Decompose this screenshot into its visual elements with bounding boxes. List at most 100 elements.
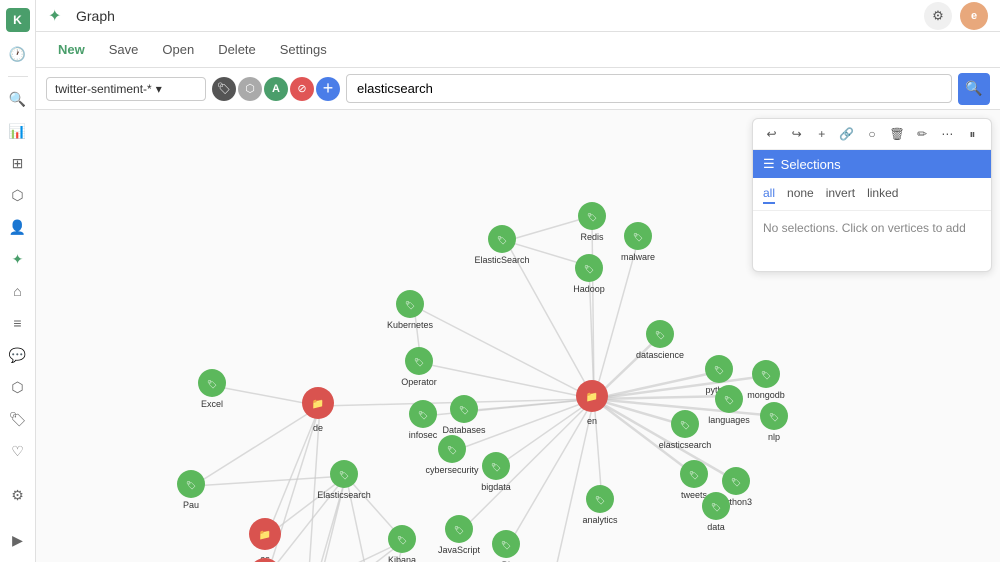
dropdown-chevron-icon: ▾ [156, 82, 162, 96]
node-bi[interactable]: 🏷 BI [492, 530, 520, 562]
filter-icon-tag[interactable]: 🏷 [212, 77, 236, 101]
svg-text:elasticsearch: elasticsearch [659, 440, 712, 450]
tab-invert[interactable]: invert [826, 184, 855, 204]
link-button[interactable]: 🔗 [836, 123, 857, 145]
svg-text:🏷: 🏷 [587, 213, 597, 222]
settings-button[interactable]: ⚙ [924, 2, 952, 30]
node-operator[interactable]: 🏷 Operator [401, 347, 437, 387]
node-infosec[interactable]: 🏷 infosec [409, 400, 438, 440]
sidebar-item-table[interactable]: ⊞ [4, 149, 32, 177]
delete-sel-button[interactable]: 🗑 [887, 123, 908, 145]
sidebar-item-clock[interactable]: 🕐 [4, 40, 32, 68]
node-pau[interactable]: 🏷 Pau [177, 470, 205, 510]
tab-none[interactable]: none [787, 184, 814, 204]
index-value: twitter-sentiment-* [55, 82, 152, 96]
svg-text:🏷: 🏷 [397, 536, 407, 545]
svg-text:🏷: 🏷 [680, 421, 690, 430]
node-excel[interactable]: 🏷 Excel [198, 369, 226, 409]
search-button[interactable]: 🔍 [958, 73, 990, 105]
sidebar-item-heart[interactable]: ♡ [4, 437, 32, 465]
sidebar-item-layers[interactable]: ⬡ [4, 181, 32, 209]
svg-text:📁: 📁 [312, 399, 324, 410]
node-redis[interactable]: 🏷 Redis [578, 202, 606, 242]
node-datascience[interactable]: 🏷 datascience [636, 320, 684, 360]
settings-menu-button[interactable]: Settings [270, 38, 337, 61]
node-elasticsearch-mid[interactable]: 🏷 elasticsearch [659, 410, 712, 450]
node-malware[interactable]: 🏷 malware [621, 222, 655, 262]
undo-button[interactable]: ↩ [761, 123, 782, 145]
svg-text:ElasticSearch: ElasticSearch [474, 255, 529, 265]
sidebar-item-search[interactable]: 🔍 [4, 85, 32, 113]
tab-linked[interactable]: linked [867, 184, 898, 204]
graph-area[interactable]: 🏷 Redis 🏷 malware 🏷 ElasticSearch 🏷 Had [36, 110, 1000, 562]
circle-button[interactable]: ○ [861, 123, 882, 145]
node-hadoop[interactable]: 🏷 Hadoop [573, 254, 605, 294]
graph-nodes[interactable]: 🏷 Redis 🏷 malware 🏷 ElasticSearch 🏷 Had [177, 202, 788, 562]
svg-text:🏷: 🏷 [655, 331, 665, 340]
svg-text:🏷: 🏷 [501, 541, 511, 550]
svg-text:🏷: 🏷 [418, 411, 428, 420]
node-databases[interactable]: 🏷 Databases [442, 395, 486, 435]
svg-text:Pau: Pau [183, 500, 199, 510]
node-de[interactable]: 📁 de [302, 387, 334, 433]
sidebar-item-settings[interactable]: ⚙ [4, 482, 32, 510]
sidebar-item-tag[interactable]: 🏷 [4, 405, 32, 433]
svg-text:languages: languages [708, 415, 750, 425]
svg-text:🏷: 🏷 [584, 265, 594, 274]
sidebar-item-expand[interactable]: ▶ [4, 526, 32, 554]
svg-text:de: de [313, 423, 323, 433]
sidebar-item-network[interactable]: ⬡ [4, 373, 32, 401]
user-avatar[interactable]: e [960, 2, 988, 30]
more-button[interactable]: ⋯ [937, 123, 958, 145]
node-es[interactable]: 📁 es [249, 518, 281, 562]
svg-text:🏷: 🏷 [633, 233, 643, 242]
pause-button[interactable]: ⏸ [962, 123, 983, 145]
edit-button[interactable]: ✏ [912, 123, 933, 145]
tab-all[interactable]: all [763, 184, 775, 204]
sidebar-item-chart[interactable]: 📊 [4, 117, 32, 145]
page-title: Graph [76, 8, 115, 24]
sidebar-item-chat[interactable]: 💬 [4, 341, 32, 369]
node-javascript[interactable]: 🏷 JavaScript [438, 515, 481, 555]
new-button[interactable]: New [48, 38, 95, 61]
svg-text:mongodb: mongodb [747, 390, 785, 400]
sidebar-item-home[interactable]: ⌂ [4, 277, 32, 305]
node-kubernetes[interactable]: 🏷 Kubernetes [387, 290, 434, 330]
svg-text:🏷: 🏷 [447, 446, 457, 455]
node-mongodb[interactable]: 🏷 mongodb [747, 360, 785, 400]
node-tweets[interactable]: 🏷 tweets [680, 460, 708, 500]
filter-icon-text[interactable]: A [264, 77, 288, 101]
node-en[interactable]: 📁 en [576, 380, 608, 426]
filter-icons: 🏷 ⬡ A ⊘ + [212, 77, 340, 101]
delete-button[interactable]: Delete [208, 38, 266, 61]
node-fr[interactable]: 📁 fr [249, 558, 281, 562]
filter-icon-block[interactable]: ⊘ [290, 77, 314, 101]
main-content: ✦ Graph ⚙ e New Save Open Delete Setting… [36, 0, 1000, 562]
node-cybersecurity[interactable]: 🏷 cybersecurity [425, 435, 479, 475]
redo-button[interactable]: ↪ [786, 123, 807, 145]
add-button[interactable]: + [811, 123, 832, 145]
selections-panel: ↩ ↪ + 🔗 ○ 🗑 ✏ ⋯ ⏸ ☰ Selections all none … [752, 118, 992, 272]
node-kibana[interactable]: 🏷 Kibana [388, 525, 416, 562]
node-elasticsearch-lower[interactable]: 🏷 Elasticsearch [317, 460, 371, 500]
svg-text:en: en [587, 416, 597, 426]
filter-icon-node[interactable]: ⬡ [238, 77, 262, 101]
search-input[interactable] [346, 74, 952, 103]
sidebar-item-graph[interactable]: ✦ [4, 245, 32, 273]
node-bigdata[interactable]: 🏷 bigdata [481, 452, 511, 492]
svg-text:🏷: 🏷 [405, 301, 415, 310]
svg-text:analytics: analytics [582, 515, 618, 525]
open-button[interactable]: Open [152, 38, 204, 61]
sidebar-item-list[interactable]: ≡ [4, 309, 32, 337]
node-analytics[interactable]: 🏷 analytics [582, 485, 618, 525]
index-selector[interactable]: twitter-sentiment-* ▾ [46, 77, 206, 101]
node-data[interactable]: 🏷 data [702, 492, 730, 532]
svg-text:🏷: 🏷 [689, 471, 699, 480]
svg-text:data: data [707, 522, 725, 532]
node-nlp[interactable]: 🏷 nlp [760, 402, 788, 442]
filter-icon-add[interactable]: + [316, 77, 340, 101]
svg-text:Hadoop: Hadoop [573, 284, 605, 294]
sidebar-item-person[interactable]: 👤 [4, 213, 32, 241]
svg-text:🏷: 🏷 [497, 236, 507, 245]
save-button[interactable]: Save [99, 38, 149, 61]
